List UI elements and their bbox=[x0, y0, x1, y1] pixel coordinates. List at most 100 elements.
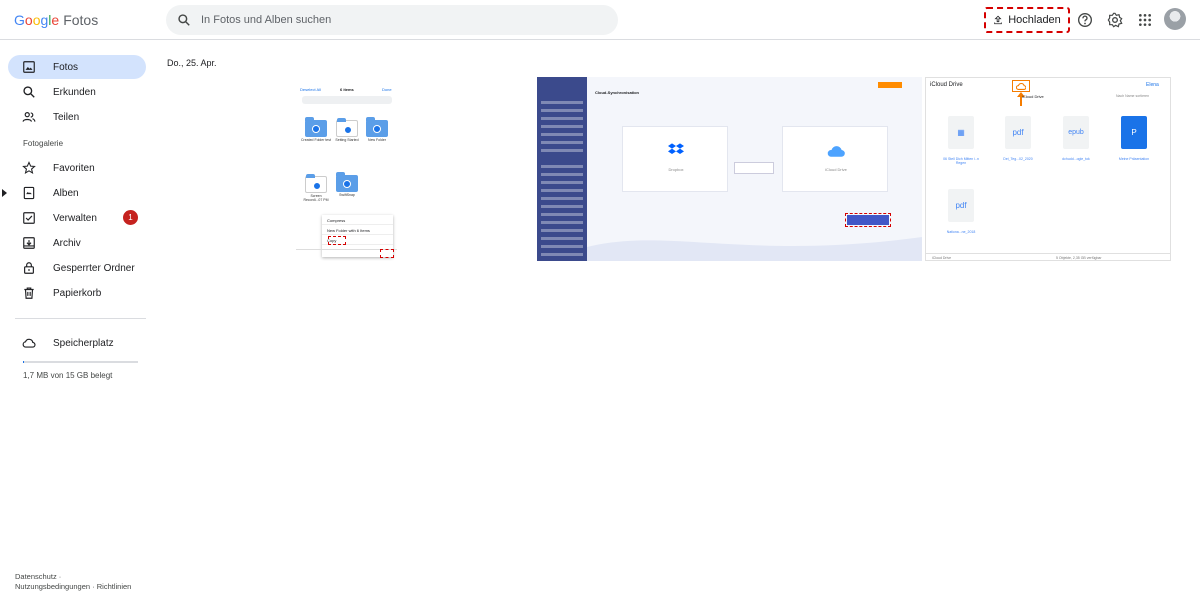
photo2-sidebar-line bbox=[541, 165, 583, 168]
photo2-sidebar-line bbox=[541, 141, 583, 144]
upload-button[interactable]: Hochladen bbox=[984, 7, 1070, 33]
photo2-source-label: Dropbox bbox=[668, 167, 684, 172]
expand-caret-icon[interactable] bbox=[2, 189, 7, 197]
photo-thumbnail-ios-files[interactable]: Deselect All 6 items Done Created Folder… bbox=[296, 77, 397, 261]
top-bar: Google Fotos In Fotos und Alben suchen Ho… bbox=[0, 0, 1200, 40]
account-avatar[interactable] bbox=[1164, 8, 1186, 30]
search-icon[interactable] bbox=[177, 13, 191, 27]
sidebar-item-speicherplatz[interactable]: Speicherplatz bbox=[8, 331, 146, 355]
sidebar-item-erkunden[interactable]: Erkunden bbox=[8, 80, 146, 104]
photo3-sort-label: Nach Name sortieren bbox=[1116, 94, 1150, 98]
photo2-sidebar bbox=[537, 77, 587, 261]
photo1-deselect-text: Deselect All bbox=[300, 87, 321, 92]
photo3-upload-highlight bbox=[1012, 80, 1030, 92]
cloud-icon bbox=[22, 338, 36, 348]
sidebar: Fotos Erkunden Teilen Fotogalerie Favori… bbox=[0, 40, 155, 606]
photo2-sidebar-line bbox=[541, 181, 583, 184]
photo2-sidebar-line bbox=[541, 125, 583, 128]
photo2-sync-target-box bbox=[734, 162, 774, 174]
photo3-file-label: 06 Stell Dich Mitten i..n Regen bbox=[943, 157, 979, 165]
sidebar-item-label: Verwalten bbox=[53, 213, 97, 224]
photo3-file-icon: P bbox=[1121, 116, 1147, 149]
photo2-sidebar-line bbox=[541, 149, 583, 152]
settings-icon[interactable] bbox=[1107, 12, 1123, 28]
sidebar-item-fotos[interactable]: Fotos bbox=[8, 55, 146, 79]
photo2-sidebar-line bbox=[541, 245, 583, 248]
search-input[interactable]: In Fotos und Alben suchen bbox=[201, 14, 331, 26]
photo3-file-icon: pdf bbox=[948, 189, 974, 222]
sidebar-item-favoriten[interactable]: Favoriten bbox=[8, 156, 146, 180]
sidebar-item-label: Favoriten bbox=[53, 163, 95, 174]
checkmark-icon bbox=[373, 125, 381, 133]
photo1-highlight-box bbox=[380, 249, 394, 258]
photo2-target-label: iCloud Drive bbox=[825, 167, 847, 172]
photo2-wave-background bbox=[587, 237, 922, 261]
photo3-file-label: Meine Präsentation bbox=[1118, 157, 1150, 161]
checkmark-icon bbox=[312, 125, 320, 133]
storage-progress-bar bbox=[23, 361, 138, 363]
photo2-sidebar-line bbox=[541, 133, 583, 136]
sidebar-item-label: Archiv bbox=[53, 238, 81, 249]
help-icon[interactable] bbox=[1077, 12, 1093, 28]
photo3-file-icon: epub bbox=[1063, 116, 1089, 149]
photo3-subtitle: iCloud Drive bbox=[1022, 94, 1044, 99]
privacy-link[interactable]: Datenschutz bbox=[15, 572, 57, 581]
sidebar-item-archiv[interactable]: Archiv bbox=[8, 231, 146, 255]
manage-icon bbox=[23, 212, 35, 224]
photo1-count-text: 6 items bbox=[340, 87, 354, 92]
sidebar-item-label: Papierkorb bbox=[53, 288, 102, 299]
photo2-sidebar-line bbox=[541, 109, 583, 112]
terms-link[interactable]: Nutzungsbedingungen bbox=[15, 582, 90, 591]
photo1-folder-icon bbox=[305, 117, 327, 137]
album-icon bbox=[23, 186, 35, 200]
dropbox-icon bbox=[668, 143, 684, 154]
search-bar[interactable]: In Fotos und Alben suchen bbox=[166, 5, 618, 35]
photo2-sidebar-line bbox=[541, 213, 583, 216]
photo1-done-text: Done bbox=[382, 87, 392, 92]
lock-icon bbox=[24, 262, 34, 274]
photo-thumbnail-multcloud[interactable]: Cloud-Synchronisation Dropbox iCloud Dri… bbox=[537, 77, 922, 261]
photo3-file-icon: pdf bbox=[1005, 116, 1031, 149]
sidebar-item-alben[interactable]: Alben bbox=[2, 181, 146, 205]
sidebar-item-gesperrter-ordner[interactable]: Gesperrter Ordner bbox=[8, 256, 146, 280]
google-photos-logo[interactable]: Google Fotos bbox=[14, 12, 98, 28]
photo3-footer-label: iCloud Drive bbox=[932, 256, 952, 260]
photo2-sidebar-line bbox=[541, 117, 583, 120]
photo1-folder-label: Screen Recordi...07 PM bbox=[303, 194, 329, 202]
upload-label: Hochladen bbox=[1008, 14, 1061, 26]
photo2-sidebar-line bbox=[541, 229, 583, 232]
sidebar-item-papierkorb[interactable]: Papierkorb bbox=[8, 281, 146, 305]
upload-icon bbox=[994, 15, 1002, 25]
photo-thumbnail-icloud-drive[interactable]: iCloud Drive Elena iCloud Drive Nach Nam… bbox=[925, 77, 1171, 261]
sidebar-item-verwalten[interactable]: Verwalten 1 bbox=[8, 206, 146, 230]
people-icon bbox=[22, 112, 36, 122]
photo3-file-label: Nationa...ne_2018 bbox=[946, 230, 976, 234]
photo2-sidebar-line bbox=[541, 221, 583, 224]
photo3-file-label: dchudd...ogle_tok bbox=[1062, 157, 1090, 161]
notification-badge: 1 bbox=[123, 210, 138, 225]
photo3-file-icon: ▦ bbox=[948, 116, 974, 149]
trash-icon bbox=[24, 287, 34, 299]
photo3-status-bar: iCloud Drive 5 Objekte, 2,35 GB verfügba… bbox=[926, 253, 1170, 260]
sidebar-item-label: Erkunden bbox=[53, 87, 96, 98]
guidelines-link[interactable]: Richtlinien bbox=[97, 582, 132, 591]
sidebar-item-label: Gesperrter Ordner bbox=[53, 263, 135, 274]
photo2-title: Cloud-Synchronisation bbox=[595, 90, 639, 95]
photo-group-date: Do., 25. Apr. bbox=[167, 58, 217, 68]
photo2-sidebar-line bbox=[541, 237, 583, 240]
photo3-file-label: Dei_Teg...02_2020 bbox=[1003, 157, 1033, 161]
photo2-source-card: Dropbox bbox=[622, 126, 728, 192]
archive-icon bbox=[23, 237, 35, 249]
photo1-folder-label: Created Folder test bbox=[301, 138, 331, 142]
photo2-sidebar-line bbox=[541, 205, 583, 208]
photo1-file-icon bbox=[336, 118, 358, 137]
photo1-menu-item: New Folder with 6 Items bbox=[322, 225, 393, 235]
photo2-sidebar-line bbox=[541, 173, 583, 176]
sidebar-item-teilen[interactable]: Teilen bbox=[8, 105, 146, 129]
cloud-upload-icon bbox=[1016, 83, 1026, 90]
photo2-highlight-box bbox=[845, 213, 891, 227]
sidebar-item-label: Alben bbox=[53, 188, 79, 199]
sidebar-item-label: Teilen bbox=[53, 112, 80, 123]
checkmark-icon bbox=[313, 182, 321, 190]
apps-icon[interactable] bbox=[1137, 12, 1153, 28]
